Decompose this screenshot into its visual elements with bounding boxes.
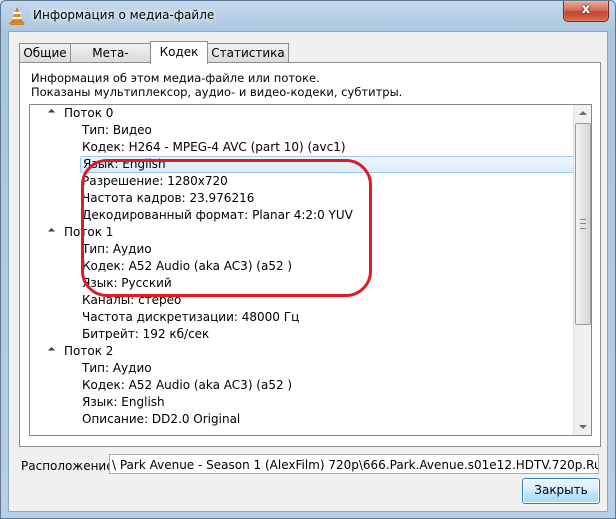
tab-statistics[interactable]: Статистика: [207, 43, 289, 62]
stream-tree[interactable]: Поток 0 Тип: Видео Кодек: H264 - MPEG-4 …: [29, 104, 592, 436]
tree-scrollbar[interactable]: [573, 105, 591, 435]
stream-0-label: Поток 0: [64, 106, 114, 120]
tree-item-text: Тип: Аудио: [82, 361, 152, 375]
expand-arrow-icon[interactable]: [47, 227, 56, 236]
tab-codec-label: Кодек: [159, 45, 199, 59]
tree-item-text: Декодированный формат: Planar 4:2:0 YUV: [82, 208, 353, 222]
tree-item-selected[interactable]: Язык: English: [80, 156, 589, 173]
tree-item[interactable]: Битрейт: 192 кб/сек: [30, 326, 209, 343]
codec-description: Информация об этом медиа-файле или поток…: [31, 71, 402, 99]
tree-item-text: Кодек: A52 Audio (aka AC3) (a52 ): [82, 378, 293, 392]
expand-arrow-icon[interactable]: [47, 108, 56, 117]
scrollbar-thumb[interactable]: [575, 123, 591, 325]
title-bar[interactable]: Информация о медиа-файле x: [1, 1, 615, 31]
location-label: Расположение:: [21, 459, 118, 473]
tree-item[interactable]: Частота кадров: 23.976216: [30, 190, 254, 207]
tree-stream-1[interactable]: Поток 1: [30, 224, 113, 241]
tree-item[interactable]: Кодек: A52 Audio (aka AC3) (a52 ): [30, 377, 292, 394]
media-info-window: Информация о медиа-файле x Общие Мета-да…: [0, 0, 616, 519]
vlc-cone-icon: [9, 7, 25, 25]
description-line-2: Показаны мультиплексор, аудио- и видео-к…: [31, 85, 403, 99]
stream-1-label: Поток 1: [64, 225, 114, 239]
tree-item[interactable]: Каналы: стерео: [30, 292, 181, 309]
close-button-label: Закрыть: [534, 483, 588, 497]
window-title: Информация о медиа-файле: [33, 8, 215, 22]
tab-codec[interactable]: Кодек: [150, 41, 208, 64]
tree-item-text: Битрейт: 192 кб/сек: [82, 327, 210, 341]
tree-item-text: Язык: English: [83, 157, 166, 171]
tree-item[interactable]: Тип: Аудио: [30, 360, 152, 377]
tree-item-text: Язык: English: [82, 395, 165, 409]
tree-item-text: Частота кадров: 23.976216: [82, 191, 255, 205]
tree-stream-2[interactable]: Поток 2: [30, 343, 113, 360]
tree-item-text: Частота дискретизации: 48000 Гц: [82, 310, 300, 324]
tree-item[interactable]: Кодек: H264 - MPEG-4 AVC (part 10) (avc1…: [30, 139, 346, 156]
tab-general-label: Общие: [23, 46, 67, 60]
tree-item-text: Кодек: A52 Audio (aka AC3) (a52 ): [82, 259, 293, 273]
tree-item[interactable]: Язык: Русский: [30, 275, 172, 292]
scroll-down-arrow-icon[interactable]: [574, 418, 591, 435]
tree-item-text: Тип: Аудио: [82, 242, 152, 256]
tree-item-text: Язык: Русский: [82, 276, 172, 290]
description-line-1: Информация об этом медиа-файле или поток…: [31, 71, 320, 85]
tree-item[interactable]: Разрешение: 1280x720: [30, 173, 228, 190]
tab-general[interactable]: Общие: [19, 43, 71, 62]
tree-stream-0[interactable]: Поток 0: [30, 105, 113, 122]
tree-item[interactable]: Тип: Аудио: [30, 241, 152, 258]
close-icon: x: [581, 2, 591, 17]
tree-item[interactable]: Частота дискретизации: 48000 Гц: [30, 309, 299, 326]
tab-metadata[interactable]: Мета-данные: [70, 43, 151, 78]
codec-panel: Информация об этом медиа-файле или поток…: [19, 62, 601, 447]
tree-item[interactable]: Декодированный формат: Planar 4:2:0 YUV: [30, 207, 353, 224]
tree-item-text: Описание: DD2.0 Original: [82, 412, 241, 426]
tree-item-text: Разрешение: 1280x720: [82, 174, 228, 188]
tree-item[interactable]: Тип: Видео: [30, 122, 152, 139]
tree-item-text: Каналы: стерео: [82, 293, 182, 307]
tree-item-text: Кодек: H264 - MPEG-4 AVC (part 10) (avc1…: [82, 140, 346, 154]
scroll-up-arrow-icon[interactable]: [574, 105, 591, 122]
tab-statistics-label: Статистика: [211, 46, 285, 60]
close-button[interactable]: Закрыть: [522, 478, 600, 504]
tree-item[interactable]: Описание: DD2.0 Original: [30, 411, 240, 428]
tree-item[interactable]: Кодек: A52 Audio (aka AC3) (a52 ): [30, 258, 292, 275]
location-field[interactable]: \ Park Avenue - Season 1 (AlexFilm) 720p…: [109, 454, 599, 474]
grip-icon: [580, 219, 586, 229]
tree-item[interactable]: Язык: English: [30, 394, 165, 411]
tree-item-text: Тип: Видео: [82, 123, 152, 137]
dialog-client: Общие Мета-данные Кодек Статистика Инфор…: [8, 31, 608, 512]
expand-arrow-icon[interactable]: [47, 346, 56, 355]
window-close-button[interactable]: x: [563, 1, 609, 22]
stream-2-label: Поток 2: [64, 344, 114, 358]
